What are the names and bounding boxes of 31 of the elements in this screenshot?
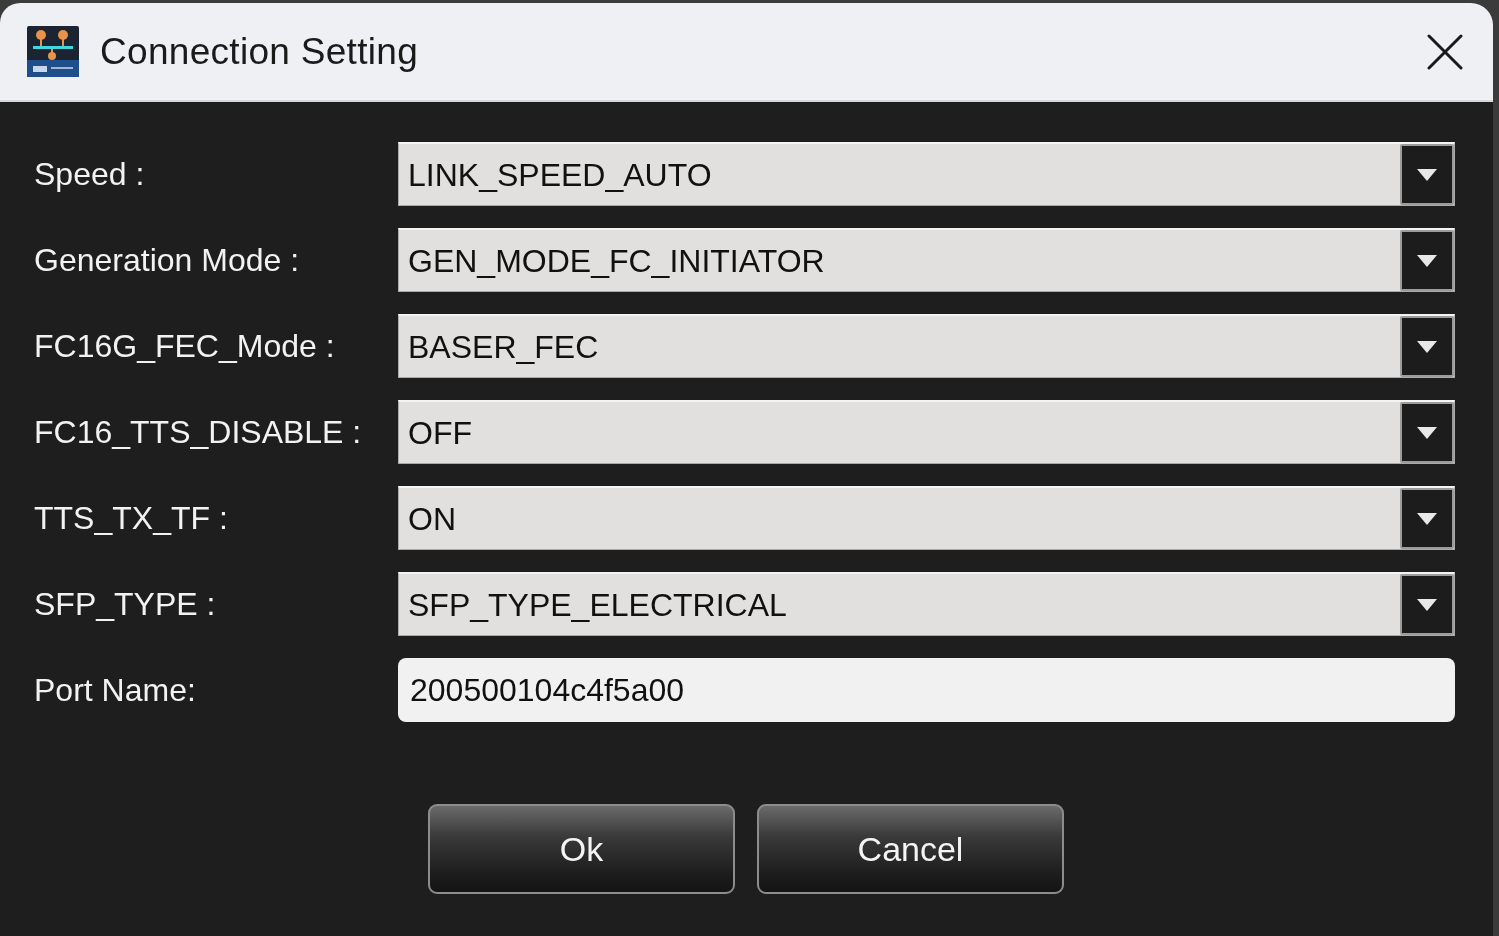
dropdown-button[interactable] [1400, 402, 1454, 463]
dropdown-button[interactable] [1400, 230, 1454, 291]
network-nodes-icon [27, 26, 79, 77]
close-icon[interactable] [1427, 33, 1463, 70]
window-title: Connection Setting [100, 29, 419, 74]
caret-icon [1416, 167, 1438, 182]
caret-icon [1416, 339, 1438, 354]
dropdown-button[interactable] [1400, 574, 1454, 635]
dialog-button[interactable]: Ok [428, 804, 735, 894]
field-label: Port Name: [34, 671, 197, 710]
dropdown-field[interactable]: GEN_MODE_FC_INITIATOR [398, 228, 1455, 292]
input-field[interactable]: 200500104c4f5a00 [398, 658, 1455, 722]
field-label: Generation Mode : [34, 241, 301, 280]
caret-icon [1416, 425, 1438, 440]
dropdown-button[interactable] [1400, 488, 1454, 549]
field-label: TTS_TX_TF : [34, 499, 229, 538]
dropdown-button[interactable] [1400, 144, 1454, 205]
dropdown-button[interactable] [1400, 316, 1454, 377]
dropdown-field[interactable]: SFP_TYPE_ELECTRICAL [398, 572, 1455, 636]
field-label: Speed : [34, 155, 146, 194]
dialog-button[interactable]: Cancel [757, 804, 1064, 894]
caret-icon [1416, 597, 1438, 612]
dropdown-field[interactable]: BASER_FEC [398, 314, 1455, 378]
dropdown-field[interactable]: ON [398, 486, 1455, 550]
field-label: FC16G_FEC_Mode : [34, 327, 336, 366]
caret-icon [1416, 253, 1438, 268]
caret-icon [1416, 511, 1438, 526]
dropdown-field[interactable]: LINK_SPEED_AUTO [398, 142, 1455, 206]
field-label: FC16_TTS_DISABLE : [34, 413, 363, 452]
field-label: SFP_TYPE : [34, 585, 217, 624]
dropdown-field[interactable]: OFF [398, 400, 1455, 464]
